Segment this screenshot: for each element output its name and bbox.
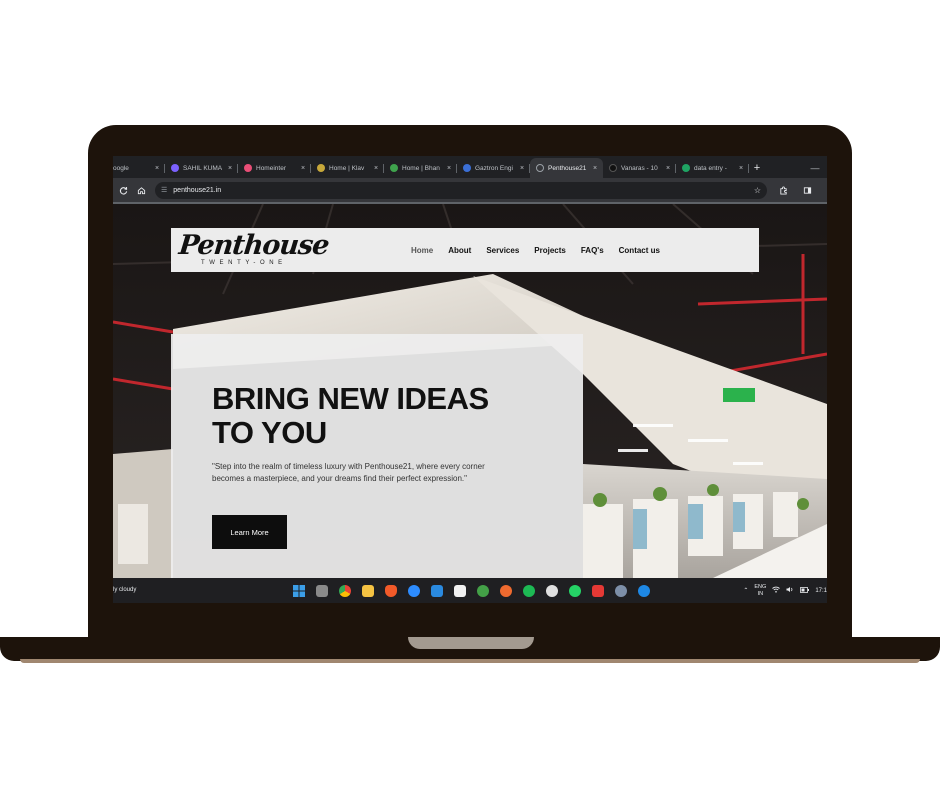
hero-description: "Step into the realm of timeless luxury … [212,462,485,483]
address-bar[interactable]: ☰ penthouse21.in ☆ [155,181,767,199]
clock-time[interactable]: 17:1 [815,588,827,594]
slack-icon[interactable] [543,582,560,599]
anydesk-icon[interactable] [589,582,606,599]
close-icon[interactable]: × [591,165,599,172]
language-code: ENG [754,583,767,590]
mongodb-icon[interactable] [474,582,491,599]
site-nav-links: Home About Services Projects FAQ's Conta… [411,246,675,255]
tab-title: data entry - [694,164,727,172]
reload-icon[interactable] [115,182,131,198]
tab-title: Home | Klav [329,164,365,172]
browser-tab[interactable]: SAHIL KUMA × [165,158,238,178]
nav-contact-link[interactable]: Contact us [619,246,660,255]
tab-title: Home | Bhan [402,164,440,172]
logo-subtitle: TWENTY-ONE [201,260,287,266]
wifi-icon[interactable] [772,586,781,595]
chrome-icon[interactable] [336,582,353,599]
spotify-icon[interactable] [520,582,537,599]
laptop-mockup: oogle × SAHIL KUMA × Homeinter × Home | … [0,0,940,788]
brave-icon[interactable] [382,582,399,599]
file-explorer-icon[interactable] [359,582,376,599]
volume-icon[interactable] [786,586,794,595]
nav-services-link[interactable]: Services [486,246,519,255]
task-view-icon[interactable] [313,582,330,599]
close-icon[interactable]: × [372,165,380,172]
close-icon[interactable]: × [737,165,745,172]
zoom-icon[interactable] [405,582,422,599]
site-settings-icon[interactable]: ☰ [161,186,167,194]
logo-wordmark: Penthouse [177,230,331,261]
extensions-icon[interactable] [775,182,791,198]
weather-widget[interactable]: ly cloudy [113,587,136,593]
site-logo[interactable]: Penthouse TWENTY-ONE [177,228,331,272]
tab-title: oogle [113,164,129,172]
browser-tab[interactable]: oogle × [113,158,165,178]
new-tab-button[interactable]: + [749,158,765,178]
tab-favicon-icon [463,164,471,172]
close-icon[interactable]: × [299,165,307,172]
vscode-icon[interactable] [428,582,445,599]
tab-favicon-icon [171,164,179,172]
url-text: penthouse21.in [173,186,222,194]
site-header: Penthouse TWENTY-ONE Home About Services… [171,228,759,272]
browser-tab-active[interactable]: Penthouse21 × [530,158,603,178]
close-icon[interactable]: × [226,165,234,172]
globe-icon [536,164,544,172]
nav-about-link[interactable]: About [448,246,471,255]
laptop-screen: oogle × SAHIL KUMA × Homeinter × Home | … [113,156,827,603]
tab-favicon-icon [244,164,252,172]
tab-title: Gaztron Engi [475,164,513,172]
battery-icon[interactable] [800,586,810,595]
browser-tab[interactable]: Vanaras - 10 × [603,158,676,178]
nav-home-link[interactable]: Home [411,246,433,255]
app-icon[interactable] [635,582,652,599]
laptop-base-lip [20,659,920,663]
browser-tab[interactable]: data entry - × [676,158,749,178]
browser-tab-strip: oogle × SAHIL KUMA × Homeinter × Home | … [113,156,827,178]
tab-favicon-icon [609,164,617,172]
settings-icon[interactable] [612,582,629,599]
nav-projects-link[interactable]: Projects [534,246,566,255]
close-icon[interactable]: × [445,165,453,172]
taskbar-apps [290,582,652,599]
tab-title: Penthouse21 [548,164,587,172]
tab-title: SAHIL KUMA [183,164,223,172]
minimize-button[interactable]: — [803,158,827,178]
windows-start-icon[interactable] [290,582,307,599]
windows-taskbar: ly cloudy ⌃ ENG IN 17:1 [113,578,827,603]
learn-more-button[interactable]: Learn More [212,515,287,549]
browser-tab[interactable]: Homeinter × [238,158,311,178]
side-panel-icon[interactable] [799,182,815,198]
close-icon[interactable]: × [153,165,161,172]
web-page: Penthouse TWENTY-ONE Home About Services… [113,204,827,578]
browser-toolbar: ☰ penthouse21.in ☆ [113,178,827,202]
tab-favicon-icon [390,164,398,172]
tab-favicon-icon [682,164,690,172]
tab-favicon-icon [317,164,325,172]
tab-title: Vanaras - 10 [621,164,658,172]
hero-card: BRING NEW IDEAS TO YOU "Step into the re… [171,334,583,578]
language-indicator[interactable]: ENG IN [754,584,766,598]
home-icon[interactable] [133,182,149,198]
notepad-icon[interactable] [451,582,468,599]
laptop-notch [408,637,534,649]
hero-title: BRING NEW IDEAS TO YOU [212,381,489,450]
browser-tab[interactable]: Home | Bhan × [384,158,457,178]
postman-icon[interactable] [497,582,514,599]
browser-tab[interactable]: Gaztron Engi × [457,158,530,178]
region-code: IN [757,590,764,597]
bookmark-star-icon[interactable]: ☆ [754,186,761,195]
close-icon[interactable]: × [664,165,672,172]
system-tray: ⌃ ENG IN 17:1 [743,582,827,599]
nav-faq-link[interactable]: FAQ's [581,246,604,255]
chevron-up-icon[interactable]: ⌃ [743,587,748,594]
browser-tab[interactable]: Home | Klav × [311,158,384,178]
whatsapp-icon[interactable] [566,582,583,599]
close-icon[interactable]: × [518,165,526,172]
tab-title: Homeinter [256,164,286,172]
